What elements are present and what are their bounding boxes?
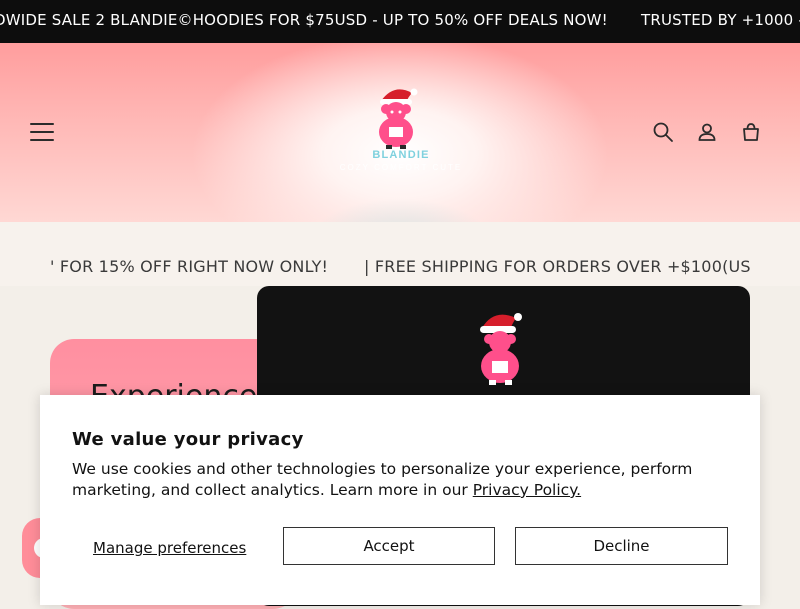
logo-brand-text: BLANDIE	[372, 149, 429, 161]
secondary-announcement-bar: ' FOR 15% OFF RIGHT NOW ONLY! | FREE SHI…	[0, 222, 800, 286]
media-logo-image	[480, 313, 522, 385]
manage-preferences-link[interactable]: Manage preferences	[93, 539, 246, 557]
brand-logo[interactable]: BLANDIE COZY COMFORT CUTE	[326, 79, 476, 175]
privacy-policy-link[interactable]: Privacy Policy.	[473, 481, 581, 499]
cookie-banner-title: We value your privacy	[72, 429, 304, 450]
logo-tagline-text: COZY COMFORT CUTE	[340, 163, 462, 172]
cookie-consent-banner: We value your privacy We use cookies and…	[40, 395, 760, 605]
secondary-announcement-text: ' FOR 15% OFF RIGHT NOW ONLY!	[50, 257, 329, 276]
site-header: BLANDIE COZY COMFORT CUTE	[0, 43, 800, 222]
secondary-announcement-text-2: | FREE SHIPPING FOR ORDERS OVER +$100(US	[364, 257, 751, 276]
cookie-banner-description: We use cookies and other technologies to…	[72, 459, 712, 501]
accept-button[interactable]: Accept	[283, 527, 495, 565]
decline-button[interactable]: Decline	[515, 527, 728, 565]
cart-icon[interactable]	[740, 121, 762, 143]
top-announcement-text-2: TRUSTED BY +1000 -	[641, 11, 800, 29]
header-icons	[652, 121, 762, 143]
header-decoration	[300, 198, 500, 222]
menu-icon[interactable]	[30, 123, 54, 143]
top-announcement-text: DWIDE SALE 2 BLANDIE©HOODIES FOR $75USD …	[0, 11, 608, 29]
cookie-banner-description-text: We use cookies and other technologies to…	[72, 460, 693, 499]
top-announcement-bar: DWIDE SALE 2 BLANDIE©HOODIES FOR $75USD …	[0, 0, 800, 43]
account-icon[interactable]	[696, 121, 718, 143]
search-icon[interactable]	[652, 121, 674, 143]
